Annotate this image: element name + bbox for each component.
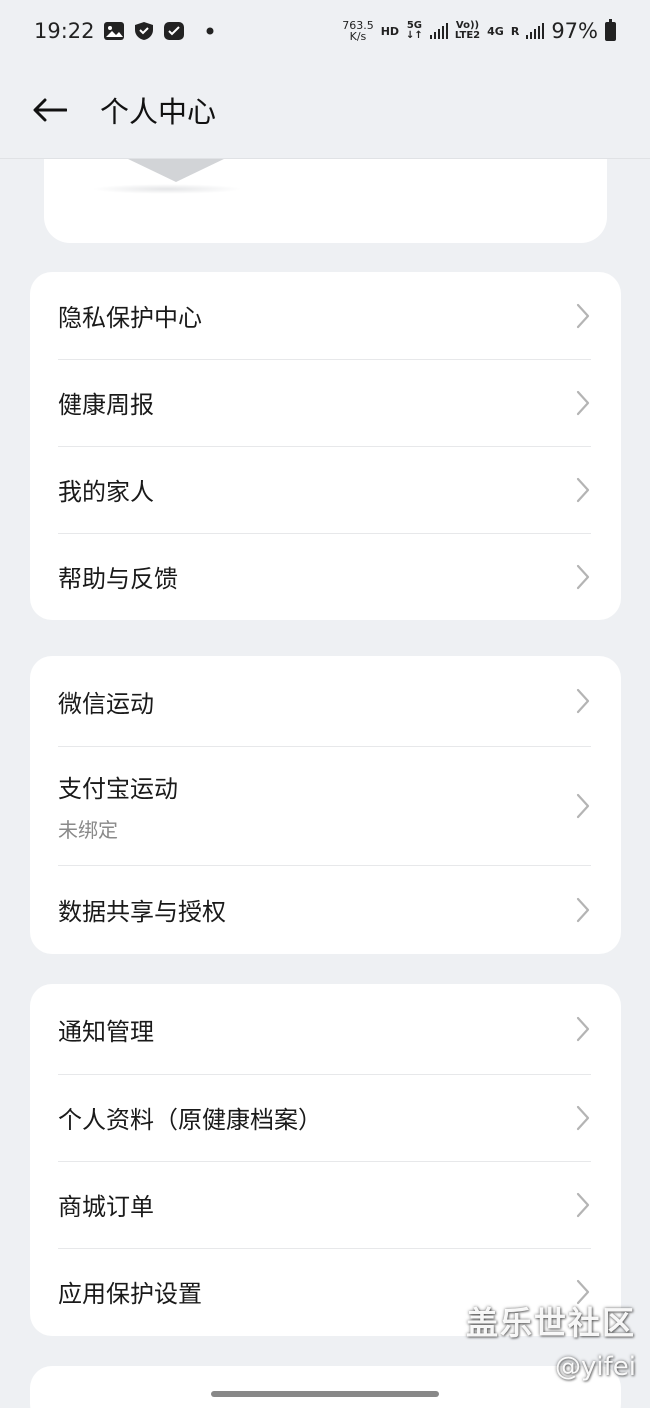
battery-icon	[605, 18, 616, 41]
menu-group-2: 微信运动 支付宝运动 未绑定 数据共享与授权	[30, 656, 621, 954]
menu-item-status: 未绑定	[58, 817, 118, 842]
menu-item-label: 支付宝运动	[58, 774, 178, 803]
community-watermark: 盖乐世社区 @yifei	[466, 1298, 636, 1382]
menu-item-label: 数据共享与授权	[58, 898, 226, 926]
hd-indicator: HD	[380, 24, 400, 38]
battery-percent: 97%	[551, 19, 598, 43]
image-icon	[103, 22, 124, 40]
status-right: 763.5 K/s HD 5G ↓↑ Vo)) LTE2 4G R 97%	[342, 18, 616, 43]
menu-item-label: 应用保护设置	[58, 1280, 202, 1308]
shield-icon	[134, 22, 153, 40]
menu-item-label: 我的家人	[58, 478, 154, 506]
watermark-brand: 盖乐世社区	[465, 1304, 636, 1342]
menu-item-label: 商城订单	[58, 1193, 154, 1221]
menu-item-data-sharing[interactable]: 数据共享与授权	[30, 865, 621, 954]
menu-group-3: 通知管理 个人资料（原健康档案） 商城订单 应用保护设置	[30, 984, 621, 1336]
chevron-right-icon	[575, 1015, 591, 1043]
back-arrow-icon	[33, 98, 67, 122]
updown-arrows-icon: ↓↑	[406, 30, 423, 41]
menu-item-label: 通知管理	[58, 1017, 154, 1046]
menu-item-notification-management[interactable]: 通知管理	[30, 984, 621, 1074]
home-indicator[interactable]	[211, 1391, 439, 1397]
signal-icon	[429, 23, 448, 39]
page-title: 个人中心	[100, 95, 217, 129]
menu-group-1: 隐私保护中心 健康周报 我的家人 帮助与反馈	[30, 272, 621, 620]
chevron-right-icon	[575, 792, 591, 820]
chevron-right-icon	[575, 687, 591, 715]
chevron-right-icon	[575, 1191, 591, 1219]
menu-item-health-weekly[interactable]: 健康周报	[30, 359, 621, 446]
menu-item-label: 隐私保护中心	[58, 304, 202, 332]
chevron-right-icon	[575, 476, 591, 504]
menu-item-label: 帮助与反馈	[58, 565, 178, 593]
chevron-right-icon	[575, 389, 591, 417]
network-speed: 763.5 K/s	[342, 20, 374, 42]
status-left: 19:22	[34, 19, 215, 43]
status-bar: 19:22 763.5 K/s HD 5G ↓↑ Vo)) LTE2 4G R …	[0, 0, 650, 62]
menu-item-text: 支付宝运动 未绑定	[58, 769, 178, 843]
chevron-right-icon	[575, 1104, 591, 1132]
volte-bottom: LTE2	[454, 30, 481, 41]
chevron-right-icon	[575, 896, 591, 924]
watermark-user: @yifei	[555, 1352, 636, 1382]
4g-indicator: 4G	[487, 24, 504, 38]
volte-indicator: Vo)) LTE2	[455, 21, 480, 41]
menu-item-mall-orders[interactable]: 商城订单	[30, 1161, 621, 1248]
menu-item-alipay-sport[interactable]: 支付宝运动 未绑定	[30, 746, 621, 865]
menu-item-label: 微信运动	[58, 689, 154, 718]
menu-item-personal-profile[interactable]: 个人资料（原健康档案）	[30, 1074, 621, 1161]
profile-graphic	[126, 158, 226, 182]
signal-icon-2	[526, 23, 545, 39]
menu-item-label: 健康周报	[58, 391, 154, 419]
roaming-indicator: R	[510, 24, 520, 38]
back-button[interactable]	[20, 80, 80, 140]
app-header: 个人中心	[0, 62, 650, 159]
menu-item-my-family[interactable]: 我的家人	[30, 446, 621, 533]
speed-unit: K/s	[349, 30, 367, 43]
menu-item-privacy-center[interactable]: 隐私保护中心	[30, 272, 621, 359]
profile-graphic-shadow	[92, 184, 242, 194]
menu-item-label: 个人资料（原健康档案）	[58, 1106, 322, 1134]
menu-item-wechat-sport[interactable]: 微信运动	[30, 656, 621, 746]
check-badge-icon	[163, 22, 184, 40]
menu-item-help-feedback[interactable]: 帮助与反馈	[30, 533, 621, 620]
5g-indicator: 5G ↓↑	[406, 21, 423, 41]
chevron-right-icon	[575, 302, 591, 330]
chevron-right-icon	[575, 563, 591, 591]
dot-icon	[206, 27, 214, 35]
status-time: 19:22	[34, 19, 95, 43]
